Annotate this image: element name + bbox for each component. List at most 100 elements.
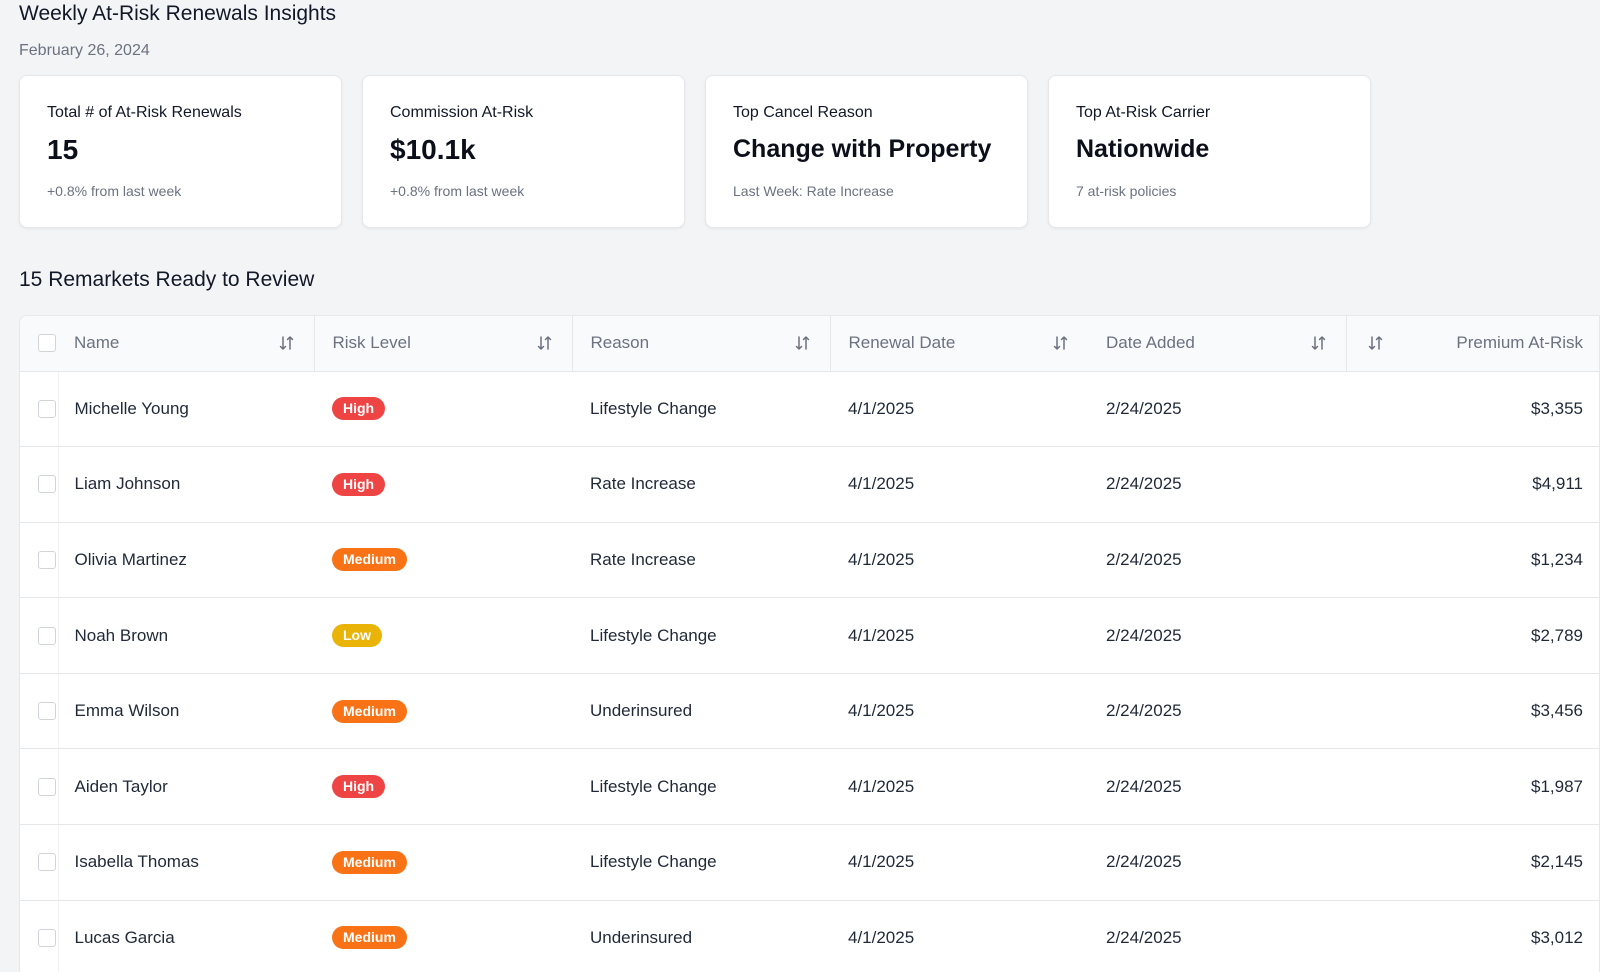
cell-renewal-date: 4/1/2025 <box>848 549 915 569</box>
card-subtext: 7 at-risk policies <box>1076 183 1177 199</box>
cell-reason: Underinsured <box>590 701 693 721</box>
card-top-cancel-reason: Top Cancel Reason Change with Property L… <box>705 75 1028 228</box>
risk-badge: Low <box>332 624 382 648</box>
card-subtext: Last Week: Rate Increase <box>733 183 894 199</box>
row-checkbox[interactable] <box>38 853 56 872</box>
risk-badge: Medium <box>332 926 407 950</box>
cell-name: Olivia Martinez <box>74 549 187 569</box>
cell-name: Lucas Garcia <box>74 927 175 947</box>
column-header-date-added[interactable]: Date Added <box>1088 316 1347 372</box>
sort-icon[interactable] <box>1052 334 1070 352</box>
sort-icon[interactable] <box>1310 334 1328 352</box>
column-header-name[interactable]: Name <box>58 316 315 372</box>
table-row[interactable]: Noah Brown Low Lifestyle Change 4/1/2025… <box>20 597 1599 674</box>
card-value: Nationwide <box>1076 135 1210 163</box>
cell-renewal-date: 4/1/2025 <box>848 474 915 494</box>
column-label: Risk Level <box>332 333 411 353</box>
risk-badge: High <box>332 472 386 496</box>
cell-reason: Rate Increase <box>590 474 696 494</box>
cell-renewal-date: 4/1/2025 <box>848 776 915 796</box>
cell-name: Michelle Young <box>74 398 189 418</box>
cell-date-added: 2/24/2025 <box>1106 625 1182 645</box>
cell-premium: $4,911 <box>1532 474 1583 494</box>
table-row[interactable]: Liam Johnson High Rate Increase 4/1/2025… <box>20 446 1599 523</box>
cell-date-added: 2/24/2025 <box>1106 927 1182 947</box>
page: Weekly At-Risk Renewals Insights Februar… <box>0 0 1600 972</box>
risk-badge: Medium <box>332 548 407 572</box>
card-subtext: +0.8% from last week <box>390 183 525 199</box>
row-checkbox[interactable] <box>38 550 56 569</box>
sort-icon[interactable] <box>1367 334 1385 352</box>
risk-badge: Medium <box>332 850 407 874</box>
select-all-cell <box>20 316 58 372</box>
cell-date-added: 2/24/2025 <box>1106 701 1182 721</box>
cell-reason: Underinsured <box>590 927 693 947</box>
cell-reason: Lifestyle Change <box>590 625 717 645</box>
cell-renewal-date: 4/1/2025 <box>848 927 915 947</box>
sort-icon[interactable] <box>536 334 554 352</box>
card-total-at-risk: Total # of At-Risk Renewals 15 +0.8% fro… <box>19 75 342 228</box>
cell-name: Liam Johnson <box>74 474 181 494</box>
cell-premium: $3,355 <box>1531 398 1583 418</box>
table-row[interactable]: Michelle Young High Lifestyle Change 4/1… <box>20 371 1599 448</box>
cell-renewal-date: 4/1/2025 <box>848 398 915 418</box>
risk-badge: High <box>332 397 386 421</box>
table-header-row: Name Risk Level Reason Renewal Date Date… <box>20 316 1599 372</box>
cell-reason: Lifestyle Change <box>590 776 717 796</box>
table-row[interactable]: Olivia Martinez Medium Rate Increase 4/1… <box>20 522 1599 599</box>
page-title: Weekly At-Risk Renewals Insights <box>19 2 337 25</box>
table-row[interactable]: Isabella Thomas Medium Lifestyle Change … <box>20 824 1599 901</box>
cell-name: Noah Brown <box>74 625 169 645</box>
sort-icon[interactable] <box>794 334 812 352</box>
card-value: 15 <box>47 134 79 165</box>
column-header-reason[interactable]: Reason <box>572 316 831 372</box>
column-label: Name <box>74 333 120 353</box>
card-value: Change with Property <box>733 135 992 163</box>
card-top-carrier: Top At-Risk Carrier Nationwide 7 at-risk… <box>1048 75 1371 228</box>
report-date: February 26, 2024 <box>19 42 150 59</box>
column-label: Premium At-Risk <box>1456 333 1583 353</box>
row-checkbox[interactable] <box>38 702 56 721</box>
section-title: 15 Remarkets Ready to Review <box>19 268 315 291</box>
cell-reason: Lifestyle Change <box>590 398 717 418</box>
card-label: Top Cancel Reason <box>733 104 873 121</box>
row-checkbox[interactable] <box>38 399 56 418</box>
row-checkbox[interactable] <box>38 626 56 645</box>
table-row[interactable]: Aiden Taylor High Lifestyle Change 4/1/2… <box>20 748 1599 826</box>
cell-renewal-date: 4/1/2025 <box>848 625 915 645</box>
cell-reason: Rate Increase <box>590 549 696 569</box>
cell-name: Isabella Thomas <box>74 852 199 872</box>
card-label: Top At-Risk Carrier <box>1076 104 1211 121</box>
row-checkbox[interactable] <box>38 475 56 494</box>
card-label: Commission At-Risk <box>390 104 534 121</box>
risk-badge: Medium <box>332 699 407 723</box>
select-all-checkbox[interactable] <box>38 334 56 353</box>
risk-badge: High <box>332 775 386 799</box>
column-header-renewal-date[interactable]: Renewal Date <box>830 316 1088 372</box>
row-checkbox[interactable] <box>38 928 56 947</box>
column-label: Renewal Date <box>848 333 956 353</box>
cell-date-added: 2/24/2025 <box>1106 776 1182 796</box>
table-row[interactable]: Emma Wilson Medium Underinsured 4/1/2025… <box>20 673 1599 750</box>
column-label: Reason <box>590 333 650 353</box>
column-label: Date Added <box>1106 333 1195 353</box>
cell-reason: Lifestyle Change <box>590 852 717 872</box>
remarkets-table: Name Risk Level Reason Renewal Date Date… <box>19 315 1600 972</box>
cell-premium: $2,789 <box>1531 625 1583 645</box>
card-label: Total # of At-Risk Renewals <box>47 104 242 121</box>
sort-icon[interactable] <box>278 334 296 352</box>
cell-premium: $3,012 <box>1531 927 1583 947</box>
cell-name: Emma Wilson <box>74 701 180 721</box>
card-commission-at-risk: Commission At-Risk $10.1k +0.8% from las… <box>362 75 685 228</box>
card-value: $10.1k <box>390 134 476 165</box>
row-checkbox[interactable] <box>38 777 56 796</box>
cell-premium: $1,987 <box>1531 776 1583 796</box>
column-header-risk-level[interactable]: Risk Level <box>314 316 573 372</box>
cell-premium: $3,456 <box>1531 701 1583 721</box>
cell-premium: $1,234 <box>1531 549 1583 569</box>
cell-renewal-date: 4/1/2025 <box>848 852 915 872</box>
table-row[interactable]: Lucas Garcia Medium Underinsured 4/1/202… <box>20 900 1599 972</box>
column-header-premium-at-risk[interactable]: Premium At-Risk <box>1346 316 1599 372</box>
cell-date-added: 2/24/2025 <box>1106 474 1182 494</box>
cell-date-added: 2/24/2025 <box>1106 398 1182 418</box>
